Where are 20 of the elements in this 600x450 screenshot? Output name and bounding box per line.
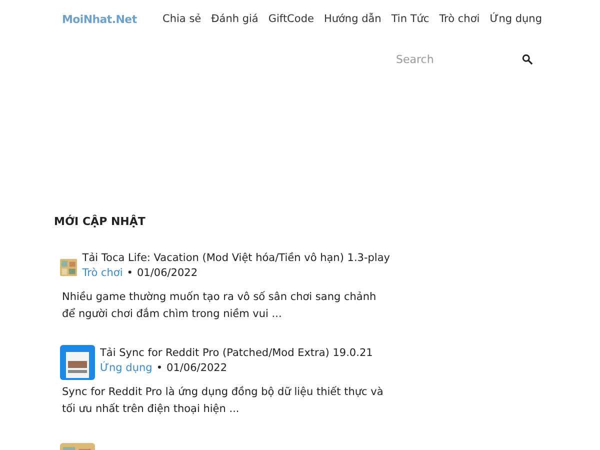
separator-dot: • [126,267,133,279]
post-date: 01/06/2022 [136,267,198,279]
search-icon[interactable] [522,54,533,64]
nav-link[interactable]: Ứng dụng [490,13,542,25]
post-excerpt: Sync for Reddit Pro là ứng dụng đồng bộ dữ liệu thiết thực và tối ưu nhất trên điện thoại hiện ... [62,385,384,417]
nav-link[interactable]: Trò chơi [439,13,480,25]
category-link[interactable]: Trò chơi [82,267,123,279]
post-title[interactable]: Tải Toca Life: Vacation (Mod Việt hóa/Tiền vô hạn) 1.3-play [82,252,390,264]
nav-link[interactable]: Chia sẻ [162,13,202,25]
nav-link[interactable]: Đánh giá [211,13,258,25]
thumbnail-picture [60,345,95,380]
category-link[interactable]: Ứng dụng [100,362,152,374]
nav-link[interactable]: Hướng dẫn [324,13,382,25]
nav-link[interactable]: Tin Tức [391,13,430,25]
nav-link[interactable]: GiftCode [268,13,314,25]
post-excerpt: Nhiều game thường muốn tạo ra vô số sân chơi sang chảnh để người chơi đắm chìm trong niềm vui ... [62,290,378,322]
post-title[interactable]: Tải Sync for Reddit Pro (Patched/Mod Extra) 19.0.21 [100,347,373,359]
post-date: 01/06/2022 [166,362,228,374]
separator-dot: • [156,362,163,374]
section-heading: MỚI CẬP NHẬT [54,215,146,228]
